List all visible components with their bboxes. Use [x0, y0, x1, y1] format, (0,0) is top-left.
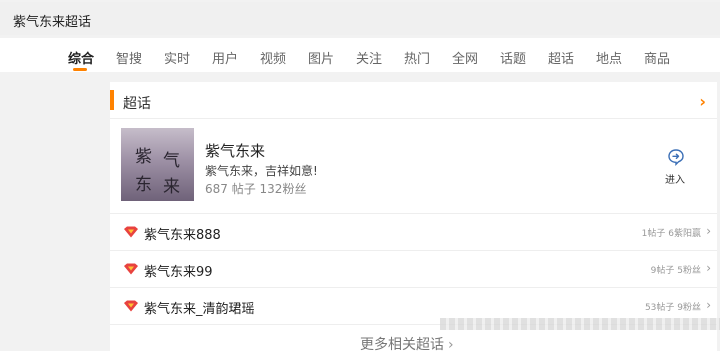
tab-bar: 综合 智搜 实时 用户 视频 图片 关注 热门 全网 话题 超话 地点 商品 [0, 38, 720, 72]
related-topic-name: 紫气东来99 [144, 265, 213, 280]
chevron-right-icon: › [706, 298, 711, 312]
related-topic-name: 紫气东来_清韵珺瑶 [144, 302, 255, 317]
related-topic-stats: 9帖子 5粉丝 [650, 266, 701, 276]
related-topic-name: 紫气东来888 [144, 228, 221, 243]
related-topic-row[interactable]: 紫气东来99 9帖子 5粉丝 › [110, 251, 717, 288]
section-marker [110, 90, 114, 110]
chevron-right-icon[interactable]: › [699, 92, 706, 111]
enter-icon [668, 149, 684, 166]
tab-huati[interactable]: 话题 [500, 48, 526, 67]
tab-zhisou[interactable]: 智搜 [116, 48, 142, 67]
tab-tupian[interactable]: 图片 [308, 48, 334, 67]
chevron-right-icon: › [706, 261, 711, 275]
supertopic-badge-icon [124, 300, 138, 312]
more-related-label: 更多相关超话 [360, 337, 444, 351]
active-tab-indicator [73, 68, 87, 71]
more-related-link[interactable]: 更多相关超话 › [360, 334, 454, 351]
tab-quanwang[interactable]: 全网 [452, 48, 478, 67]
related-topic-stats: 1帖子 6紫阳赢 [641, 229, 701, 239]
topic-name: 紫气东来 [205, 142, 266, 160]
tab-shipin[interactable]: 视频 [260, 48, 286, 67]
tab-shangpin[interactable]: 商品 [644, 48, 670, 67]
topic-thumbnail: 紫 气 东 来 [121, 128, 194, 201]
supertopic-badge-icon [124, 226, 138, 238]
main-topic[interactable]: 紫 气 东 来 紫气东来 紫气东来，吉祥如意! 687 帖子 132粉丝 进入 [110, 120, 717, 214]
tab-didian[interactable]: 地点 [596, 48, 622, 67]
enter-label: 进入 [665, 175, 685, 186]
tab-zonghe[interactable]: 综合 [68, 48, 94, 67]
search-query[interactable]: 紫气东来超话 [13, 11, 91, 30]
tab-remen[interactable]: 热门 [404, 48, 430, 67]
tab-chaohua[interactable]: 超话 [548, 48, 574, 67]
tab-shishi[interactable]: 实时 [164, 48, 190, 67]
thumb-char: 来 [163, 177, 180, 197]
supertopic-card: 超话 › 紫 气 东 来 紫气东来 紫气东来，吉祥如意! 687 帖子 132粉… [110, 82, 717, 351]
topic-stats: 687 帖子 132粉丝 [205, 182, 307, 196]
related-topic-stats: 53帖子 9粉丝 [644, 303, 701, 313]
thumb-char: 气 [163, 151, 180, 171]
scrollbar-placeholder [440, 318, 720, 330]
related-topic-row[interactable]: 紫气东来888 1帖子 6紫阳赢 › [110, 214, 717, 251]
search-bar[interactable]: 紫气东来超话 [0, 2, 720, 35]
thumb-char: 紫 [135, 147, 152, 167]
section-title: 超话 [123, 96, 151, 112]
supertopic-badge-icon [124, 263, 138, 275]
topic-description: 紫气东来，吉祥如意! [205, 164, 318, 178]
card-header[interactable]: 超话 › [110, 82, 717, 119]
chevron-right-icon: › [448, 337, 454, 351]
enter-button[interactable]: 进入 [664, 148, 686, 188]
tab-guanzhu[interactable]: 关注 [356, 48, 382, 67]
thumb-char: 东 [135, 175, 152, 195]
tab-yonghu[interactable]: 用户 [212, 48, 238, 67]
chevron-right-icon: › [706, 224, 711, 238]
